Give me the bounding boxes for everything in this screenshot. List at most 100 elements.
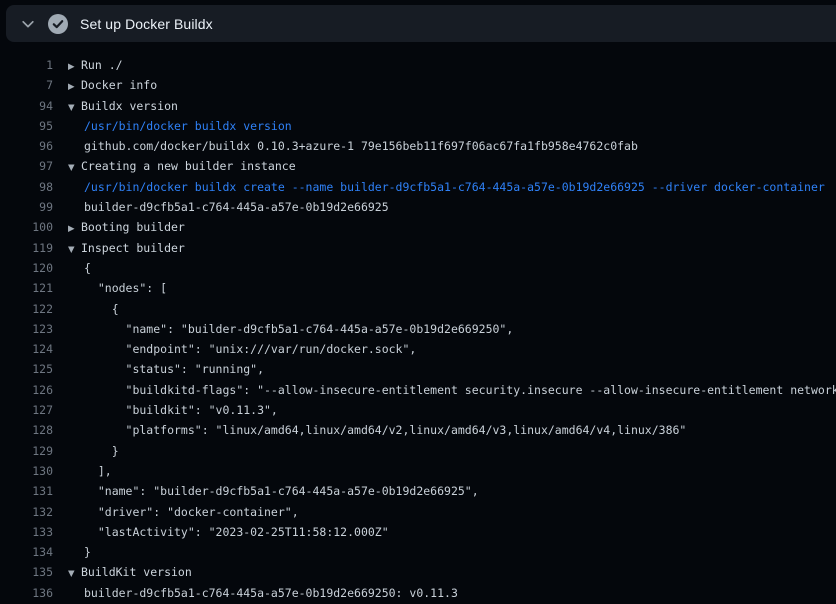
line-number[interactable]: 128 xyxy=(0,420,53,440)
line-number[interactable]: 129 xyxy=(0,441,53,461)
line-content: "endpoint": "unix:///var/run/docker.sock… xyxy=(68,339,416,359)
line-number[interactable]: 125 xyxy=(0,359,53,379)
step-success-check-icon xyxy=(48,14,68,34)
line-content: "lastActivity": "2023-02-25T11:58:12.000… xyxy=(68,522,389,542)
step-header[interactable]: Set up Docker Buildx xyxy=(6,5,836,42)
log-line: 129 } xyxy=(0,441,836,461)
line-content: "platforms": "linux/amd64,linux/amd64/v2… xyxy=(68,420,686,440)
line-content: "buildkit": "v0.11.3", xyxy=(68,400,278,420)
log-line: 96 github.com/docker/buildx 0.10.3+azure… xyxy=(0,136,836,156)
log-group-row[interactable]: 97 ▼Creating a new builder instance xyxy=(0,156,836,176)
group-title[interactable]: Creating a new builder instance xyxy=(81,159,296,173)
group-title[interactable]: BuildKit version xyxy=(81,565,192,579)
log-line: 123 "name": "builder-d9cfb5a1-c764-445a-… xyxy=(0,319,836,339)
log-line: 124 "endpoint": "unix:///var/run/docker.… xyxy=(0,339,836,359)
line-number[interactable]: 127 xyxy=(0,400,53,420)
group-title[interactable]: Inspect builder xyxy=(81,241,185,255)
line-content: ▼Inspect builder xyxy=(68,238,185,258)
line-content: builder-d9cfb5a1-c764-445a-a57e-0b19d2e6… xyxy=(68,583,458,603)
log-line: 128 "platforms": "linux/amd64,linux/amd6… xyxy=(0,420,836,440)
line-number[interactable]: 95 xyxy=(0,116,53,136)
line-content: "driver": "docker-container", xyxy=(68,502,299,522)
group-title[interactable]: Run ./ xyxy=(81,58,123,72)
line-content: "nodes": [ xyxy=(68,278,167,298)
line-number[interactable]: 99 xyxy=(0,197,53,217)
line-content: { xyxy=(68,299,119,319)
line-content: ▶Run ./ xyxy=(68,55,123,75)
line-content: "buildkitd-flags": "--allow-insecure-ent… xyxy=(68,380,836,400)
log-line: 136 builder-d9cfb5a1-c764-445a-a57e-0b19… xyxy=(0,583,836,603)
log-line: 120 { xyxy=(0,258,836,278)
log-line: 99 builder-d9cfb5a1-c764-445a-a57e-0b19d… xyxy=(0,197,836,217)
log-line: 95 /usr/bin/docker buildx version xyxy=(0,116,836,136)
line-content: /usr/bin/docker buildx version xyxy=(68,116,292,136)
log-line: 130 ], xyxy=(0,461,836,481)
line-number[interactable]: 136 xyxy=(0,583,53,603)
line-number[interactable]: 130 xyxy=(0,461,53,481)
group-title[interactable]: Booting builder xyxy=(81,220,185,234)
line-number[interactable]: 126 xyxy=(0,380,53,400)
line-number[interactable]: 122 xyxy=(0,299,53,319)
triangle-expanded-icon[interactable]: ▼ xyxy=(68,240,81,258)
line-number[interactable]: 123 xyxy=(0,319,53,339)
log-group-row[interactable]: 119 ▼Inspect builder xyxy=(0,238,836,258)
group-title[interactable]: Buildx version xyxy=(81,99,178,113)
line-number[interactable]: 97 xyxy=(0,156,53,176)
line-content: "status": "running", xyxy=(68,359,264,379)
line-number[interactable]: 100 xyxy=(0,217,53,237)
line-number[interactable]: 131 xyxy=(0,481,53,501)
step-title: Set up Docker Buildx xyxy=(80,16,213,32)
line-content: builder-d9cfb5a1-c764-445a-a57e-0b19d2e6… xyxy=(68,197,389,217)
line-number[interactable]: 94 xyxy=(0,96,53,116)
line-number[interactable]: 120 xyxy=(0,258,53,278)
chevron-down-icon[interactable] xyxy=(21,17,35,31)
line-number[interactable]: 132 xyxy=(0,502,53,522)
triangle-collapsed-icon[interactable]: ▶ xyxy=(68,77,81,95)
triangle-expanded-icon[interactable]: ▼ xyxy=(68,98,81,116)
log-group-row[interactable]: 7 ▶Docker info xyxy=(0,75,836,95)
log-lines-container: 1 ▶Run ./ 7 ▶Docker info 94 ▼Buildx vers… xyxy=(0,55,836,603)
triangle-expanded-icon[interactable]: ▼ xyxy=(68,564,81,582)
line-number[interactable]: 7 xyxy=(0,75,53,95)
log-line: 121 "nodes": [ xyxy=(0,278,836,298)
log-group-row[interactable]: 100 ▶Booting builder xyxy=(0,217,836,237)
log-line: 127 "buildkit": "v0.11.3", xyxy=(0,400,836,420)
line-content: } xyxy=(68,441,119,461)
line-number[interactable]: 1 xyxy=(0,55,53,75)
line-content: github.com/docker/buildx 0.10.3+azure-1 … xyxy=(68,136,638,156)
line-content: } xyxy=(68,542,91,562)
line-number[interactable]: 121 xyxy=(0,278,53,298)
log-group-row[interactable]: 94 ▼Buildx version xyxy=(0,96,836,116)
log-line: 125 "status": "running", xyxy=(0,359,836,379)
line-content: ▼Creating a new builder instance xyxy=(68,156,296,176)
log-line: 131 "name": "builder-d9cfb5a1-c764-445a-… xyxy=(0,481,836,501)
line-number[interactable]: 119 xyxy=(0,238,53,258)
log-line: 134 } xyxy=(0,542,836,562)
line-content: "name": "builder-d9cfb5a1-c764-445a-a57e… xyxy=(68,319,513,339)
log-group-row[interactable]: 135 ▼BuildKit version xyxy=(0,562,836,582)
line-content: ▶Docker info xyxy=(68,75,157,95)
log-line: 126 "buildkitd-flags": "--allow-insecure… xyxy=(0,380,836,400)
line-content: ▼Buildx version xyxy=(68,96,178,116)
line-number[interactable]: 124 xyxy=(0,339,53,359)
triangle-collapsed-icon[interactable]: ▶ xyxy=(68,219,81,237)
log-line: 133 "lastActivity": "2023-02-25T11:58:12… xyxy=(0,522,836,542)
line-content: ], xyxy=(68,461,112,481)
line-number[interactable]: 98 xyxy=(0,177,53,197)
log-group-row[interactable]: 1 ▶Run ./ xyxy=(0,55,836,75)
line-content: "name": "builder-d9cfb5a1-c764-445a-a57e… xyxy=(68,481,479,501)
triangle-collapsed-icon[interactable]: ▶ xyxy=(68,57,81,75)
log-line: 122 { xyxy=(0,299,836,319)
group-title[interactable]: Docker info xyxy=(81,78,157,92)
line-number[interactable]: 134 xyxy=(0,542,53,562)
line-number[interactable]: 135 xyxy=(0,562,53,582)
triangle-expanded-icon[interactable]: ▼ xyxy=(68,158,81,176)
line-number[interactable]: 96 xyxy=(0,136,53,156)
line-content: { xyxy=(68,258,91,278)
line-content: ▼BuildKit version xyxy=(68,562,192,582)
line-content: /usr/bin/docker buildx create --name bui… xyxy=(68,177,825,197)
log-line: 98 /usr/bin/docker buildx create --name … xyxy=(0,177,836,197)
line-number[interactable]: 133 xyxy=(0,522,53,542)
log-line: 132 "driver": "docker-container", xyxy=(0,502,836,522)
line-content: ▶Booting builder xyxy=(68,217,185,237)
